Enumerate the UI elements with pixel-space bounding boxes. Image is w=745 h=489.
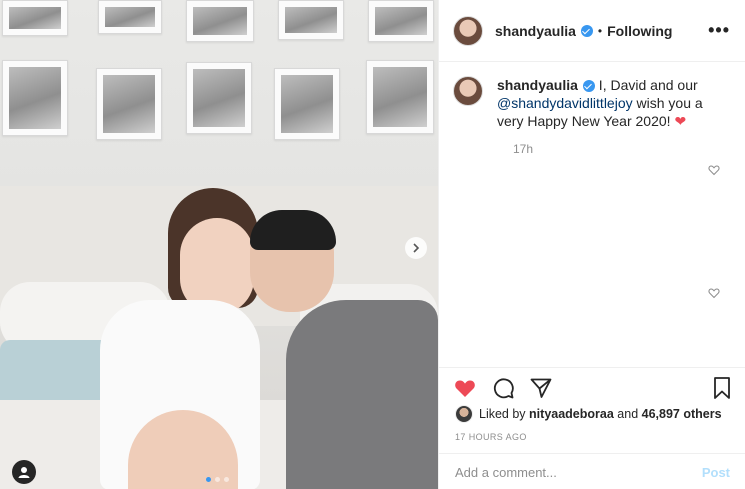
avatar[interactable] <box>453 15 483 46</box>
separator: • <box>597 23 603 38</box>
save-bookmark-icon[interactable] <box>712 376 732 400</box>
verified-badge-icon <box>582 80 595 93</box>
carousel-next-button[interactable] <box>405 237 427 259</box>
wall-frame <box>368 0 434 42</box>
caption-username[interactable]: shandyaulia <box>497 77 578 93</box>
more-options-icon[interactable]: ••• <box>708 20 730 41</box>
carousel-indicator <box>206 477 229 482</box>
likes-and: and <box>617 407 639 421</box>
verified-badge-icon <box>580 24 593 37</box>
post-header: shandyaulia • Following ••• <box>439 0 745 62</box>
wall-frame <box>96 68 162 140</box>
wall-frame <box>278 0 344 40</box>
chevron-right-icon <box>413 243 420 253</box>
carousel-dot-active <box>206 477 211 482</box>
tagged-users-button[interactable] <box>12 460 36 484</box>
comment-input[interactable] <box>455 464 702 480</box>
action-icons <box>453 376 553 400</box>
comment-like-heart-icon[interactable] <box>708 287 720 299</box>
carousel-dot <box>215 477 220 482</box>
caption-avatar[interactable] <box>453 76 483 106</box>
man-body <box>286 300 438 489</box>
caption-time: 17h <box>513 142 534 156</box>
post-side-panel: shandyaulia • Following ••• shandyaulia … <box>438 0 745 489</box>
carousel-dot <box>224 477 229 482</box>
mention-link[interactable]: @shandydavidlittlejoy <box>497 95 633 111</box>
wall-frame <box>2 60 68 136</box>
post-timestamp[interactable]: 17 HOURS AGO <box>455 432 527 442</box>
man-hair <box>250 210 336 250</box>
caption: shandyaulia I, David and our @shandydavi… <box>453 76 732 130</box>
wall-frame <box>274 68 340 140</box>
user-icon <box>18 467 30 478</box>
heart-emoji: ❤ <box>674 113 687 129</box>
caption-text: shandyaulia I, David and our @shandydavi… <box>497 76 727 130</box>
share-icon[interactable] <box>529 376 553 400</box>
caption-text-part: I, David and our <box>594 77 698 93</box>
wall-frame <box>186 62 252 134</box>
post-comment-button[interactable]: Post <box>702 465 730 480</box>
wall-frame <box>186 0 254 42</box>
likes-summary[interactable]: Liked by nityaadeboraa and 46,897 others <box>455 405 722 423</box>
likes-prefix: Liked by <box>479 407 526 421</box>
header-username[interactable]: shandyaulia <box>495 23 576 39</box>
liked-by-user[interactable]: nityaadeboraa <box>529 407 614 421</box>
wall-frame <box>98 0 162 34</box>
comments-section: shandyaulia I, David and our @shandydavi… <box>439 62 745 367</box>
wall-frame <box>2 0 68 36</box>
liker-avatar <box>455 405 473 423</box>
like-heart-icon[interactable] <box>453 376 477 400</box>
wall-frame <box>366 60 434 134</box>
likes-count[interactable]: 46,897 others <box>642 407 722 421</box>
post-actions: Liked by nityaadeboraa and 46,897 others… <box>439 367 745 489</box>
add-comment-form: Post <box>439 453 745 489</box>
comment-icon[interactable] <box>491 376 515 400</box>
comment-like-heart-icon[interactable] <box>708 164 720 176</box>
following-button[interactable]: Following <box>607 23 672 39</box>
post-photo[interactable] <box>0 0 438 489</box>
